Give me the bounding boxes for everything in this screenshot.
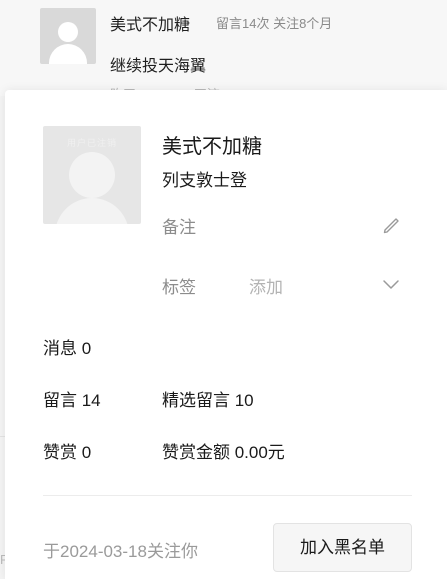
chevron-down-icon[interactable] bbox=[381, 277, 401, 291]
avatar-watermark: 用户已注销 bbox=[66, 138, 117, 148]
stat-selected-comments: 精选留言 10 bbox=[162, 391, 254, 410]
message-text: 继续投天海翼 bbox=[110, 58, 207, 75]
stat-messages: 消息 0 bbox=[43, 339, 92, 358]
divider bbox=[43, 495, 412, 496]
remark-label: 备注 bbox=[162, 218, 196, 237]
avatar[interactable] bbox=[40, 8, 96, 64]
profile-avatar: 用户已注销 bbox=[43, 126, 141, 224]
avatar-body-shape bbox=[55, 198, 129, 224]
user-profile-popup: 用户已注销 美式不加糖 列支敦士登 备注 标签 添加 消息 0 留言 14 精选… bbox=[5, 90, 447, 579]
avatar-body-shape bbox=[49, 44, 87, 64]
avatar-head-shape bbox=[58, 22, 78, 42]
user-name[interactable]: 美式不加糖 bbox=[110, 11, 190, 35]
tag-label: 标签 bbox=[162, 278, 196, 297]
stat-comments: 留言 14 bbox=[43, 391, 101, 410]
add-to-blacklist-button[interactable]: 加入黑名单 bbox=[273, 523, 412, 572]
pencil-icon[interactable] bbox=[381, 214, 401, 234]
add-tag-button[interactable]: 添加 bbox=[249, 273, 283, 298]
stat-reward-amount: 赞赏金额 0.00元 bbox=[162, 443, 285, 462]
avatar-head-shape bbox=[69, 152, 115, 198]
profile-location: 列支敦士登 bbox=[162, 171, 247, 190]
message-list-item[interactable]: 美式不加糖 留言14次 关注8个月 继续投天海翼 昨天 19:06:01 正流 bbox=[0, 0, 447, 102]
follow-date: 于2024-03-18关注你 bbox=[43, 542, 198, 561]
profile-nickname: 美式不加糖 bbox=[162, 136, 262, 158]
user-meta: 留言14次 关注8个月 bbox=[216, 16, 333, 31]
stat-rewards: 赞赏 0 bbox=[43, 443, 92, 462]
